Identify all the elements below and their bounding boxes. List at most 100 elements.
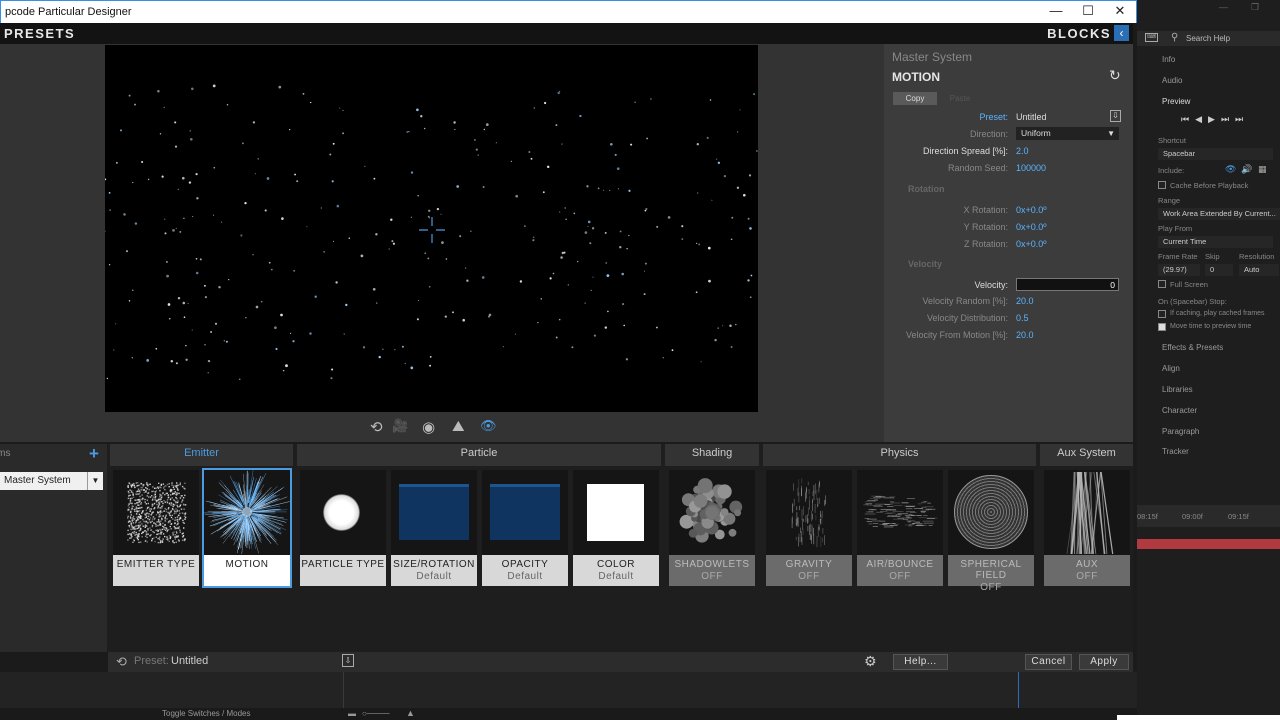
reset-icon[interactable]: ↻ — [1109, 67, 1121, 84]
paste-button[interactable]: Paste — [941, 92, 979, 105]
if-caching-checkbox[interactable] — [1158, 310, 1166, 318]
ae-libraries-panel[interactable]: Libraries — [1162, 385, 1193, 394]
play-from-dropdown[interactable]: Current Time — [1158, 236, 1273, 248]
ae-time-ruler[interactable]: 08:15f 09:00f 09:15f — [1137, 505, 1280, 527]
tile-spherical-field[interactable]: SPHERICAL FIELD OFF — [948, 470, 1034, 593]
category-emitter: Emitter — [110, 444, 293, 466]
resolution-dropdown[interactable]: Auto — [1239, 264, 1279, 276]
maximize-button[interactable]: ☐ — [1073, 3, 1103, 21]
tile-size-rotation[interactable]: SIZE/ROTATION Default — [391, 470, 477, 586]
ae-tracker-panel[interactable]: Tracker — [1162, 447, 1189, 456]
frame-rate-value: (29.97) — [1163, 265, 1187, 274]
visibility-eye-icon[interactable]: 👁 — [480, 418, 497, 434]
playback-controls[interactable]: ⏮◀▶⏭⏭ — [1181, 114, 1271, 126]
ae-minimize-icon[interactable]: — — [1219, 2, 1228, 12]
copy-button[interactable]: Copy — [893, 92, 937, 105]
camera-icon[interactable]: 🎥 — [392, 418, 408, 434]
emitter-type-thumbnail — [113, 470, 199, 555]
velocity-distribution-value[interactable]: 0.5 — [1016, 313, 1029, 323]
search-help-placeholder: Search Help — [1186, 34, 1231, 43]
cancel-button[interactable]: Cancel — [1025, 654, 1072, 670]
designer-footer: ⟲ Preset: Untitled ⇩ ⚙ Help... Cancel Ap… — [108, 652, 1133, 672]
velocity-from-motion-value[interactable]: 20.0 — [1016, 330, 1034, 340]
save-preset-footer-icon[interactable]: ⇩ — [342, 654, 354, 667]
tile-sub: OFF — [1076, 571, 1098, 582]
reset-preset-icon[interactable]: ⟲ — [116, 654, 127, 670]
tile-aux[interactable]: AUX OFF — [1044, 470, 1130, 586]
full-screen-checkbox[interactable] — [1158, 280, 1166, 288]
particle-viewport[interactable] — [104, 45, 758, 412]
tile-label: GRAVITY — [785, 559, 833, 570]
collapse-blocks-icon[interactable]: ‹ — [1114, 25, 1129, 41]
velocity-random-value[interactable]: 20.0 — [1016, 296, 1034, 306]
zoom-in-icon[interactable]: ▲ — [406, 708, 415, 718]
help-button[interactable]: Help... — [893, 654, 948, 670]
tile-emitter-type[interactable]: EMITTER TYPE — [113, 470, 199, 586]
apply-button[interactable]: Apply — [1079, 654, 1129, 670]
ae-audio-panel[interactable]: Audio — [1162, 76, 1182, 85]
direction-label: Direction: — [969, 129, 1008, 139]
cache-before-label: Cache Before Playback — [1170, 181, 1249, 190]
random-seed-value[interactable]: 100000 — [1016, 163, 1046, 173]
ae-info-panel[interactable]: Info — [1162, 55, 1175, 64]
direction-dropdown[interactable]: Uniform ▼ — [1016, 127, 1119, 140]
ae-preview-panel[interactable]: Preview — [1162, 97, 1190, 106]
reset-view-icon[interactable]: ⟲ — [370, 418, 383, 436]
zoom-out-icon[interactable]: ▬ — [348, 709, 356, 718]
toggle-switches-modes[interactable]: Toggle Switches / Modes — [162, 709, 251, 718]
include-overlays-icon[interactable]: ▦ — [1258, 164, 1267, 175]
ae-restore-icon[interactable]: ❐ — [1251, 2, 1259, 13]
tile-shadowlets[interactable]: SHADOWLETS OFF — [669, 470, 755, 586]
panel-group: Master System — [892, 50, 973, 64]
zoom-slider[interactable]: ○──── — [362, 709, 390, 718]
include-audio-icon[interactable]: 🔊 — [1241, 164, 1252, 175]
ae-character-panel[interactable]: Character — [1162, 406, 1197, 415]
tile-motion[interactable]: MOTION — [202, 468, 292, 588]
settings-gear-icon[interactable]: ⚙ — [864, 653, 877, 670]
ae-effects-presets-panel[interactable]: Effects & Presets — [1162, 343, 1223, 352]
include-video-icon[interactable]: 👁 — [1225, 164, 1236, 175]
stop-label: On (Spacebar) Stop: — [1158, 297, 1227, 306]
systems-header: Items — [0, 448, 11, 459]
ae-layer-bar[interactable] — [1137, 539, 1280, 549]
save-preset-icon[interactable]: ⇩ — [1110, 110, 1121, 122]
add-system-icon[interactable]: + — [89, 444, 99, 464]
blocks-button[interactable]: BLOCKS — [1047, 26, 1111, 41]
velocity-input[interactable] — [1016, 278, 1119, 291]
emitter-crosshair-icon[interactable] — [417, 215, 447, 245]
cache-before-checkbox[interactable] — [1158, 181, 1166, 189]
resolution-label: Resolution — [1239, 252, 1275, 261]
motion-blur-icon[interactable]: ◉ — [422, 418, 435, 436]
ground-plane-icon[interactable]: ⛰ — [452, 418, 465, 435]
category-physics: Physics — [763, 444, 1036, 466]
include-label: Include: — [1158, 166, 1185, 175]
preset-value: Untitled — [1016, 112, 1047, 122]
x-rotation-value[interactable]: 0x+0.0º — [1016, 205, 1047, 215]
tile-air-bounce[interactable]: AIR/BOUNCE OFF — [857, 470, 943, 586]
z-rotation-value[interactable]: 0x+0.0º — [1016, 239, 1047, 249]
tile-particle-type[interactable]: PARTICLE TYPE — [300, 470, 386, 586]
system-selector[interactable]: Master System ▼ — [0, 472, 103, 490]
category-particle: Particle — [297, 444, 661, 466]
ae-align-panel[interactable]: Align — [1162, 364, 1180, 373]
direction-spread-value[interactable]: 2.0 — [1016, 146, 1029, 156]
tile-label: MOTION — [225, 559, 269, 570]
tile-opacity[interactable]: OPACITY Default — [482, 470, 568, 586]
frame-rate-dropdown[interactable]: (29.97) — [1158, 264, 1200, 276]
presets-button[interactable]: PRESETS — [4, 26, 75, 41]
minimize-button[interactable]: — — [1041, 3, 1071, 21]
close-button[interactable]: ✕ — [1105, 3, 1135, 21]
tile-label: AUX — [1075, 559, 1099, 570]
shortcut-dropdown[interactable]: Spacebar — [1158, 148, 1273, 160]
range-dropdown[interactable]: Work Area Extended By Current... — [1158, 208, 1280, 220]
ae-paragraph-panel[interactable]: Paragraph — [1162, 427, 1199, 436]
tile-color[interactable]: COLOR Default — [573, 470, 659, 586]
move-time-checkbox[interactable] — [1158, 323, 1166, 331]
time-mark-3: 09:15f — [1228, 512, 1249, 521]
time-mark-1: 08:15f — [1137, 512, 1158, 521]
help-search-bar[interactable]: ⌨ ⚲ Search Help — [1137, 31, 1280, 46]
tile-gravity[interactable]: GRAVITY OFF — [766, 470, 852, 586]
y-rotation-value[interactable]: 0x+0.0º — [1016, 222, 1047, 232]
skip-dropdown[interactable]: 0 — [1205, 264, 1233, 276]
dropdown-arrow-icon: ▼ — [1107, 129, 1115, 138]
